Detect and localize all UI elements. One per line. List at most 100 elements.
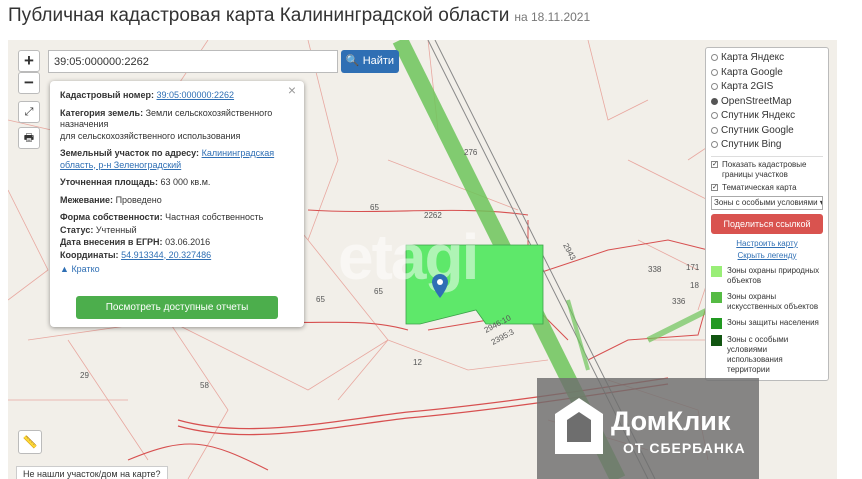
radio-icon (711, 141, 718, 148)
radio-icon (711, 126, 718, 134)
cadastral-search-input[interactable] (48, 50, 338, 73)
divider (711, 155, 823, 157)
basemap-option-label: Карта Google (721, 66, 783, 78)
legend-label: Зоны с особыми условиями использования т… (727, 334, 789, 374)
radio-icon (711, 54, 718, 61)
legend-label: Зоны защиты населения (727, 317, 819, 327)
egrn-value: 03.06.2016 (165, 237, 211, 247)
basemap-option[interactable]: Карта Яндекс (711, 51, 823, 66)
brief-toggle[interactable]: ▲ Кратко (60, 264, 294, 276)
zones-select[interactable]: Зоны с особыми условиями ▾ (711, 195, 823, 210)
status-label: Статус: (60, 224, 94, 235)
configure-map-link[interactable]: Настроить карту (711, 239, 823, 248)
coords-row: Координаты: 54.913344, 20.327486 (60, 250, 294, 262)
basemap-option-label: OpenStreetMap (721, 95, 792, 107)
ownership-value: Частная собственность (165, 212, 264, 222)
egrn-label: Дата внесения в ЕГРН: (60, 237, 163, 247)
legend-item: Зоны защиты населения (711, 317, 823, 329)
legend-label: Зоны охраны природных объектов (727, 265, 820, 285)
cad-num-link[interactable]: 39:05:000000:2262 (156, 90, 234, 100)
basemap-option[interactable]: Спутник Google (711, 124, 823, 139)
legend-swatch (711, 334, 722, 346)
not-found-link[interactable]: Не нашли участок/дом на карте? (16, 466, 168, 479)
basemap-list: Карта Яндекс Карта Google Карта 2GIS OpenSt… (711, 51, 823, 153)
map-label-65-a: 65 (370, 203, 379, 212)
address-label: Земельный участок по адресу: (60, 148, 200, 158)
basemap-option-label: Спутник Bing (721, 139, 782, 150)
basemap-option[interactable]: Спутник Bing (711, 138, 823, 153)
map-label-2943: 2943 (561, 242, 578, 262)
egrn-row: Дата внесения в ЕГРН: 03.06.2016 (60, 237, 294, 249)
find-button[interactable]: 🔍 Найти (341, 50, 399, 73)
chevron-down-icon: ▾ (820, 198, 822, 207)
coords-label: Координаты: (60, 249, 119, 260)
map-label-171: 171 (686, 263, 700, 272)
basemap-option-label: Спутник Яндекс (721, 110, 796, 121)
map-label-65-c: 65 (316, 295, 325, 304)
check-icon: ✓ (711, 160, 718, 168)
close-icon[interactable]: × (288, 83, 296, 96)
radio-icon (711, 68, 718, 76)
basemap-option-label: Карта 2GIS (721, 81, 774, 92)
brief-label: Кратко (71, 264, 100, 274)
ruler-icon: 📏 (22, 435, 38, 449)
printer-icon: 🖶 (23, 132, 35, 144)
print-button[interactable]: 🖶 (18, 127, 40, 149)
location-pin-icon[interactable] (432, 274, 448, 298)
radio-icon (711, 83, 718, 90)
map-label-29: 29 (80, 371, 89, 380)
category-label: Категория земель: (60, 107, 144, 118)
ruler-button[interactable]: 📏 (18, 430, 42, 454)
layers-panel: Карта Яндекс Карта Google Карта 2GIS OpenSt… (705, 47, 829, 381)
hide-legend-link[interactable]: Скрыть легенду (711, 251, 823, 260)
domklik-sub: ОТ СБЕРБАНКА (623, 440, 746, 456)
basemap-option[interactable]: Карта Google (711, 66, 823, 81)
page-date: на 18.11.2021 (514, 10, 591, 24)
thematic-map-label: Тематическая карта (722, 182, 797, 192)
basemap-option-label: Спутник Google (721, 124, 794, 136)
zones-select-value: Зоны с особыми условиями (714, 197, 818, 207)
view-reports-button[interactable]: Посмотреть доступные отчеты (76, 296, 278, 319)
radio-icon (711, 97, 718, 105)
basemap-option[interactable]: OpenStreetMap (711, 95, 823, 110)
map-label-58: 58 (200, 381, 209, 390)
etagi-watermark: etagi (338, 221, 479, 293)
coords-link[interactable]: 54.913344, 20.327486 (121, 250, 211, 260)
domklik-name: ДомКлик (611, 406, 731, 436)
radio-icon (711, 112, 718, 119)
survey-label: Межевание: (60, 194, 114, 205)
domklik-ad-watermark: ДомКлик ОТ СБЕРБАНКА (537, 378, 759, 479)
legend-item: Зоны с особыми условиями использования т… (711, 334, 823, 375)
basemap-option-label: Карта Яндекс (721, 52, 785, 63)
basemap-option[interactable]: Карта 2GIS (711, 80, 823, 95)
zoom-in-button[interactable]: + (18, 50, 40, 72)
legend-item: Зоны охраны искусственных объектов (711, 291, 823, 312)
map-label-338: 338 (648, 265, 662, 274)
map-label-276: 276 (464, 148, 478, 157)
map-label-336: 336 (672, 297, 686, 306)
triangle-up-icon: ▲ (60, 264, 69, 274)
address-row: Земельный участок по адресу: Калининград… (60, 148, 294, 171)
cad-num-label: Кадастровый номер: (60, 90, 154, 100)
legend-list: Зоны охраны природных объектов Зоны охран… (711, 265, 823, 375)
parcel-info-popup: × Кадастровый номер: 39:05:000000:2262 К… (50, 81, 304, 327)
map-label-12: 12 (413, 358, 422, 367)
area-label: Уточненная площадь: (60, 177, 158, 187)
ownership-row: Форма собственности: Частная собственнос… (60, 212, 294, 224)
legend-item: Зоны охраны природных объектов (711, 265, 823, 286)
basemap-option[interactable]: Спутник Яндекс (711, 109, 823, 124)
map-label-18: 18 (690, 281, 699, 290)
area-row: Уточненная площадь: 63 000 кв.м. (60, 177, 294, 189)
survey-value: Проведено (115, 194, 162, 205)
legend-swatch (711, 291, 722, 303)
show-borders-label: Показать кадастровые границы участков (722, 159, 807, 179)
search-icon: 🔍 (345, 55, 360, 67)
thematic-map-checkbox[interactable]: ✓ Тематическая карта (711, 183, 823, 193)
survey-row: Межевание: Проведено (60, 195, 294, 207)
zoom-out-button[interactable]: − (18, 72, 40, 94)
show-borders-checkbox[interactable]: ✓ Показать кадастровые границы участков (711, 160, 823, 180)
area-value: 63 000 кв.м. (160, 177, 211, 187)
share-link-button[interactable]: Поделиться ссылкой (711, 213, 823, 234)
house-logo-icon (555, 398, 603, 454)
fullscreen-button[interactable]: ⤢ (18, 101, 40, 123)
